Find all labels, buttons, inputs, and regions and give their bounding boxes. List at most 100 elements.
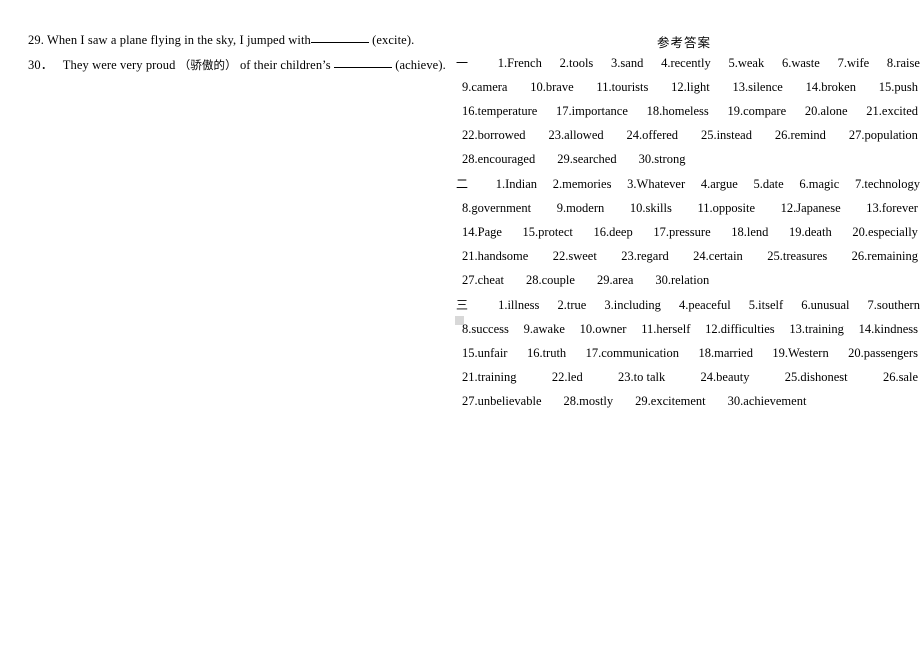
- answer-item: 6.unusual: [801, 298, 850, 312]
- answer-row: 28.encouraged 29.searched 30.strong: [462, 152, 920, 167]
- question-hint: (excite).: [372, 33, 415, 47]
- answer-item: 27.unbelievable: [462, 394, 542, 408]
- answer-item: 7.technology: [855, 177, 920, 191]
- questions-column: 29. When I saw a plane flying in the sky…: [0, 0, 446, 650]
- answer-item: 20.especially: [852, 225, 918, 239]
- answer-item: 5.itself: [748, 298, 784, 312]
- answer-item: 17.communication: [585, 346, 680, 360]
- answer-row: 21.handsome 22.sweet 23.regard 24.certai…: [462, 249, 918, 264]
- answer-item: 25.dishonest: [784, 370, 848, 384]
- answer-item: 18.lend: [731, 225, 769, 239]
- answer-item: 8.raise: [886, 56, 920, 70]
- answer-item: 29.area: [596, 273, 634, 287]
- answer-row: 14.Page 15.protect 16.deep 17.pressure 1…: [462, 225, 918, 240]
- section-marker-3: 三: [456, 298, 469, 312]
- answer-row: 8.success 9.awake 10.owner 11.herself 12…: [462, 322, 918, 337]
- answer-item: 28.encouraged: [462, 152, 536, 166]
- answer-item: 13.silence: [732, 80, 783, 94]
- answer-row: 8.government 9.modern 10.skills 11.oppos…: [462, 201, 918, 216]
- answer-item: 2.memories: [552, 177, 612, 191]
- answer-item: 11.tourists: [596, 80, 649, 94]
- answer-item: 12.Japanese: [780, 201, 841, 215]
- answer-item: 10.owner: [579, 322, 627, 336]
- answer-item: 30.strong: [638, 152, 686, 166]
- question-text: When I saw a plane flying in the sky, I …: [46, 33, 311, 47]
- answer-item: 8.government: [462, 201, 532, 215]
- answer-item: 4.peaceful: [679, 298, 731, 312]
- answer-item: 20.passengers: [848, 346, 918, 360]
- answer-row: 一 1.French 2.tools 3.sand 4.recently 5.w…: [456, 56, 920, 71]
- question-row-29: 29. When I saw a plane flying in the sky…: [28, 33, 430, 48]
- answer-item: 13.training: [789, 322, 844, 336]
- answer-item: 24.offered: [626, 128, 679, 142]
- answer-row: 22.borrowed 23.allowed 24.offered 25.ins…: [462, 128, 918, 143]
- answer-item: 10.brave: [530, 80, 574, 94]
- answer-item: 4.recently: [661, 56, 711, 70]
- answer-item: 9.camera: [462, 80, 508, 94]
- answer-item: 3.including: [604, 298, 661, 312]
- answer-item: 24.certain: [693, 249, 743, 263]
- document-page: 29. When I saw a plane flying in the sky…: [0, 0, 920, 650]
- question-text: They were very proud: [62, 58, 176, 72]
- answer-item: 2.true: [557, 298, 587, 312]
- answer-item: 23.to talk: [618, 370, 666, 384]
- answer-row: 16.temperature 17.importance 18.homeless…: [462, 104, 918, 119]
- answer-item: 24.beauty: [700, 370, 750, 384]
- answer-item: 16.deep: [593, 225, 633, 239]
- answer-item: 25.treasures: [767, 249, 828, 263]
- answer-item: 12.difficulties: [705, 322, 775, 336]
- answer-item: 23.regard: [621, 249, 669, 263]
- answer-item: 30.relation: [655, 273, 710, 287]
- answer-item: 20.alone: [804, 104, 848, 118]
- answer-item: 18.married: [698, 346, 753, 360]
- answer-item: 21.training: [462, 370, 517, 384]
- answer-row: 27.cheat 28.couple 29.area 30.relation: [462, 273, 920, 288]
- answer-item: 12.light: [671, 80, 710, 94]
- answer-item: 19.Western: [772, 346, 829, 360]
- answer-item: 7.southern: [867, 298, 920, 312]
- answer-item: 27.population: [848, 128, 918, 142]
- answer-item: 28.couple: [526, 273, 575, 287]
- answer-item: 19.death: [789, 225, 832, 239]
- answer-item: 28.mostly: [563, 394, 614, 408]
- answer-item: 22.borrowed: [462, 128, 526, 142]
- answer-item: 5.date: [753, 177, 784, 191]
- answer-row: 二 1.Indian 2.memories 3.Whatever 4.argue…: [456, 177, 920, 192]
- answer-item: 21.excited: [866, 104, 918, 118]
- answer-item: 29.searched: [557, 152, 617, 166]
- answer-row: 9.camera 10.brave 11.tourists 12.light 1…: [462, 80, 918, 95]
- answer-item: 15.protect: [522, 225, 573, 239]
- question-text-cont: of their children’s: [239, 58, 331, 72]
- answer-row: 27.unbelievable 28.mostly 29.excitement …: [462, 394, 920, 409]
- answer-item: 7.wife: [837, 56, 870, 70]
- answer-item: 14.broken: [805, 80, 856, 94]
- answer-row: 15.unfair 16.truth 17.communication 18.m…: [462, 346, 918, 361]
- answer-item: 15.push: [878, 80, 918, 94]
- answer-item: 14.kindness: [858, 322, 918, 336]
- answer-item: 17.pressure: [653, 225, 711, 239]
- answer-item: 5.weak: [728, 56, 765, 70]
- answer-item: 29.excitement: [635, 394, 706, 408]
- answer-item: 3.sand: [611, 56, 644, 70]
- answer-item: 9.awake: [523, 322, 565, 336]
- answer-item: 10.skills: [629, 201, 672, 215]
- answer-item: 6.waste: [781, 56, 820, 70]
- answer-item: 18.homeless: [646, 104, 709, 118]
- answer-item: 2.tools: [559, 56, 594, 70]
- answer-item: 27.cheat: [462, 273, 504, 287]
- answer-item: 4.argue: [700, 177, 738, 191]
- answer-key-title: 参考答案: [656, 35, 711, 50]
- answer-item: 3.Whatever: [627, 177, 686, 191]
- answer-item: 21.handsome: [462, 249, 529, 263]
- answer-item: 22.led: [551, 370, 583, 384]
- answer-item: 11.opposite: [697, 201, 755, 215]
- section-marker-2: 二: [456, 177, 469, 191]
- answer-item: 13.forever: [866, 201, 918, 215]
- answer-item: 16.truth: [526, 346, 567, 360]
- answer-row: 三 1.illness 2.true 3.including 4.peacefu…: [456, 298, 920, 313]
- answer-item: 8.success: [462, 322, 509, 336]
- answer-item: 17.importance: [556, 104, 628, 118]
- answer-item: 1.illness: [498, 298, 540, 312]
- answer-item: 26.remind: [774, 128, 826, 142]
- answer-item: 11.herself: [641, 322, 691, 336]
